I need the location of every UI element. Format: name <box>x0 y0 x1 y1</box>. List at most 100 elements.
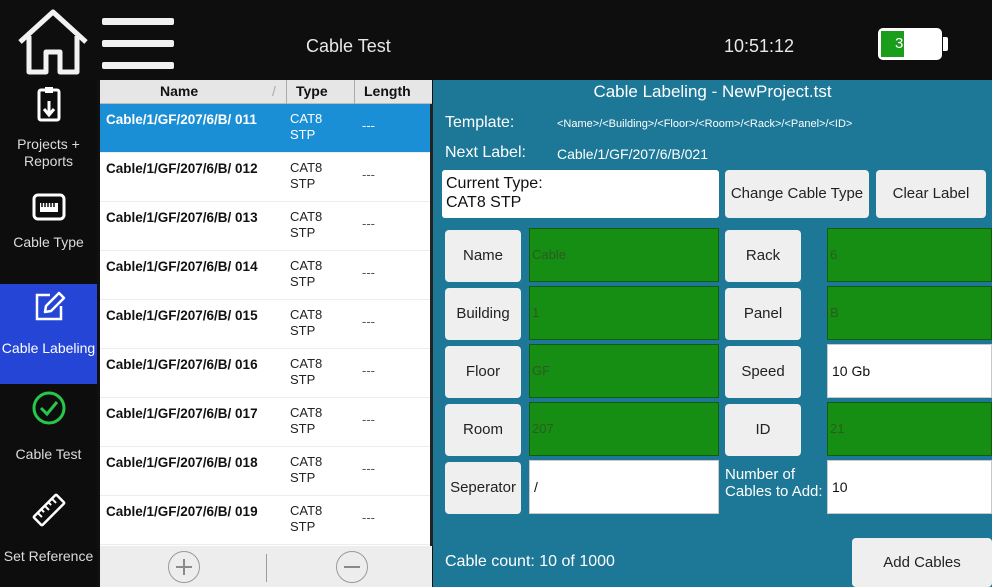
table-row[interactable]: Cable/1/GF/207/6/B/ 018 CAT8 STP --- <box>100 447 430 496</box>
cable-type: CAT8 STP <box>290 454 323 485</box>
table-row[interactable]: Cable/1/GF/207/6/B/ 012 CAT8 STP --- <box>100 153 430 202</box>
building-field[interactable]: 1 <box>529 286 719 340</box>
cable-type: CAT8 STP <box>290 160 323 191</box>
cable-list: Name / Type Length Cable/1/GF/207/6/B/ 0… <box>100 80 433 587</box>
nav-label-set-reference: Set Reference <box>3 548 94 564</box>
top-bar: Cable Test 10:51:12 39% <box>0 0 992 80</box>
cable-type: CAT8 STP <box>290 356 323 387</box>
cable-type: CAT8 STP <box>290 258 323 289</box>
cable-length: --- <box>362 314 375 329</box>
cable-length: --- <box>362 167 375 182</box>
table-row[interactable]: Cable/1/GF/207/6/B/ 014 CAT8 STP --- <box>100 251 430 300</box>
clear-label-button[interactable]: Clear Label <box>876 170 986 218</box>
name-field[interactable]: Cable <box>529 228 719 282</box>
cable-length: --- <box>362 363 375 378</box>
cable-count: Cable count: 10 of 1000 <box>445 553 615 570</box>
cable-length: --- <box>362 461 375 476</box>
add-cables-button[interactable]: Add Cables <box>852 538 992 587</box>
cable-type: CAT8 STP <box>290 307 323 338</box>
current-type-box: Current Type: CAT8 STP <box>442 170 719 218</box>
battery-tip <box>943 37 948 51</box>
id-field-button[interactable]: ID <box>725 404 801 456</box>
left-nav: Projects + Reports Cable Type Cable Labe… <box>0 80 97 587</box>
column-header-length[interactable]: Length <box>364 83 411 99</box>
sort-indicator: / <box>272 83 276 99</box>
ruler-icon <box>32 493 65 527</box>
table-row[interactable]: Cable/1/GF/207/6/B/ 017 CAT8 STP --- <box>100 398 430 447</box>
panel-field[interactable]: B <box>827 286 992 340</box>
room-field[interactable]: 207 <box>529 402 719 456</box>
nav-item-cable-test[interactable]: Cable Test <box>0 384 97 484</box>
cable-type: CAT8 STP <box>290 209 323 240</box>
template-value: <Name>/<Building>/<Floor>/<Room>/<Rack>/… <box>557 118 853 130</box>
cable-name: Cable/1/GF/207/6/B/ 014 <box>106 259 258 274</box>
column-header-name[interactable]: Name <box>160 83 198 99</box>
clipboard-icon <box>37 87 60 122</box>
cable-length: --- <box>362 265 375 280</box>
cable-name: Cable/1/GF/207/6/B/ 019 <box>106 504 258 519</box>
list-header: Name / Type Length <box>100 80 432 104</box>
nav-label-projects-reports: Projects + Reports <box>17 136 80 169</box>
check-circle-icon <box>32 391 65 425</box>
separator-field[interactable]: / <box>529 460 719 514</box>
floor-field[interactable]: GF <box>529 344 719 398</box>
change-cable-type-button[interactable]: Change Cable Type <box>725 170 869 218</box>
table-row[interactable]: Cable/1/GF/207/6/B/ 011 CAT8 STP --- <box>100 104 430 153</box>
cable-length: --- <box>362 216 375 231</box>
nav-item-projects-reports[interactable]: Projects + Reports <box>0 80 97 188</box>
nav-item-cable-type[interactable]: Cable Type <box>0 188 97 284</box>
table-row[interactable]: Cable/1/GF/207/6/B/ 015 CAT8 STP --- <box>100 300 430 349</box>
current-type-label: Current Type: <box>446 175 543 192</box>
floor-field-button[interactable]: Floor <box>445 346 521 398</box>
menu-icon[interactable] <box>102 18 174 70</box>
column-divider <box>354 80 355 104</box>
name-field-button[interactable]: Name <box>445 230 521 282</box>
add-row-icon[interactable] <box>168 551 200 583</box>
cable-name: Cable/1/GF/207/6/B/ 016 <box>106 357 258 372</box>
table-row[interactable]: Cable/1/GF/207/6/B/ 013 CAT8 STP --- <box>100 202 430 251</box>
separator-field-button[interactable]: Seperator <box>445 462 521 514</box>
next-label-value: Cable/1/GF/207/6/B/021 <box>557 146 708 162</box>
battery-percentage: 39% <box>894 35 926 52</box>
cable-name: Cable/1/GF/207/6/B/ 013 <box>106 210 258 225</box>
cable-length: --- <box>362 412 375 427</box>
cable-type: CAT8 STP <box>290 405 323 436</box>
column-divider <box>286 80 287 104</box>
ethernet-port-icon <box>32 193 65 221</box>
cable-name: Cable/1/GF/207/6/B/ 015 <box>106 308 258 323</box>
cable-length: --- <box>362 510 375 525</box>
edit-icon <box>35 291 65 321</box>
table-row[interactable]: Cable/1/GF/207/6/B/ 019 CAT8 STP --- <box>100 496 430 545</box>
home-icon[interactable] <box>14 6 92 76</box>
table-row[interactable]: Cable/1/GF/207/6/B/ 016 CAT8 STP --- <box>100 349 430 398</box>
nav-label-cable-test: Cable Test <box>15 446 82 462</box>
template-label: Template: <box>445 114 515 131</box>
current-type-value: CAT8 STP <box>446 194 522 211</box>
app-title: Cable Test <box>306 36 391 56</box>
next-label-label: Next Label: <box>445 144 526 161</box>
nav-item-set-reference[interactable]: Set Reference <box>0 484 97 587</box>
speed-field[interactable]: 10 Gb <box>827 344 992 398</box>
cable-name: Cable/1/GF/207/6/B/ 017 <box>106 406 258 421</box>
cable-name: Cable/1/GF/207/6/B/ 018 <box>106 455 258 470</box>
remove-row-icon[interactable] <box>336 551 368 583</box>
building-field-button[interactable]: Building <box>445 288 521 340</box>
rack-field-button[interactable]: Rack <box>725 230 801 282</box>
cable-type: CAT8 STP <box>290 503 323 534</box>
room-field-button[interactable]: Room <box>445 404 521 456</box>
panel-field-button[interactable]: Panel <box>725 288 801 340</box>
cable-length: --- <box>362 118 375 133</box>
nav-label-cable-type: Cable Type <box>13 234 84 250</box>
footer-divider <box>266 554 267 582</box>
nav-item-cable-labeling[interactable]: Cable Labeling <box>0 284 97 384</box>
id-field[interactable]: 21 <box>827 402 992 456</box>
battery-icon: 39% <box>878 28 942 60</box>
speed-field-button[interactable]: Speed <box>725 346 801 398</box>
number-to-add-field[interactable]: 10 <box>827 460 992 514</box>
column-header-type[interactable]: Type <box>296 83 328 99</box>
number-to-add-label: Number of Cables to Add: <box>725 466 823 500</box>
cable-name: Cable/1/GF/207/6/B/ 012 <box>106 161 258 176</box>
list-footer <box>100 546 432 587</box>
panel-title: Cable Labeling - NewProject.tst <box>593 82 832 101</box>
rack-field[interactable]: 6 <box>827 228 992 282</box>
